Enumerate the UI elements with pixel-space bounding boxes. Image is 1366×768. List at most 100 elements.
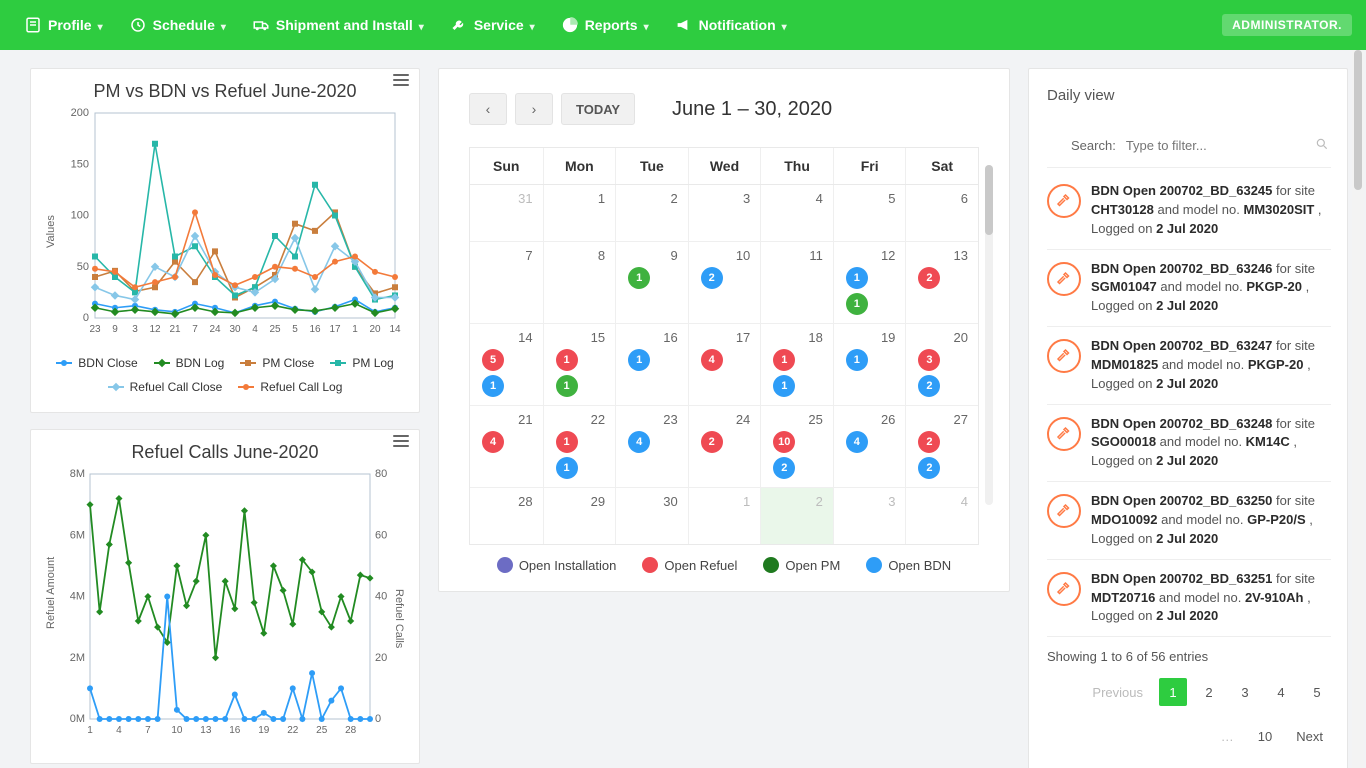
cal-cell[interactable]: 242 [688,406,761,487]
cal-cell[interactable]: 11 [760,242,833,323]
pager-prev: Previous [1084,678,1151,706]
pager-page[interactable]: 5 [1303,678,1331,706]
event-dot[interactable]: 2 [773,457,795,479]
cal-cell[interactable]: 191 [833,324,906,405]
cal-cell[interactable]: 6 [905,185,978,241]
cal-cell[interactable]: 31 [470,185,543,241]
cal-legend-label: Open BDN [888,558,951,573]
cal-cell[interactable]: 28 [470,488,543,544]
search-input[interactable] [1124,132,1307,159]
cal-cell[interactable]: 1811 [760,324,833,405]
event-dot[interactable]: 1 [628,267,650,289]
log-item[interactable]: BDN Open 200702_BD_63251 for site MDT207… [1047,560,1331,638]
cal-cell[interactable]: 3 [688,185,761,241]
event-dot[interactable]: 1 [556,375,578,397]
cal-cell[interactable]: 174 [688,324,761,405]
cal-today-button[interactable]: TODAY [561,93,635,125]
event-dot[interactable]: 1 [628,349,650,371]
cal-cell[interactable]: 264 [833,406,906,487]
cal-cell[interactable]: 2 [615,185,688,241]
nav-reports[interactable]: Reports [551,10,659,40]
cal-cell[interactable]: 4 [760,185,833,241]
event-dot[interactable]: 2 [918,267,940,289]
cal-cell[interactable]: 214 [470,406,543,487]
nav-schedule[interactable]: Schedule [119,10,236,40]
cal-weekday: Fri [833,148,906,184]
event-dot[interactable]: 1 [846,267,868,289]
legend-label: PM Close [262,356,314,370]
log-item[interactable]: BDN Open 200702_BD_63245 for site CHT301… [1047,172,1331,250]
cal-cell[interactable]: 1511 [543,324,616,405]
event-dot[interactable]: 4 [482,431,504,453]
pager-page[interactable]: 2 [1195,678,1223,706]
event-dot[interactable]: 1 [556,431,578,453]
event-dot[interactable]: 1 [846,349,868,371]
pager-page[interactable]: 10 [1250,722,1280,750]
event-dot[interactable]: 1 [846,293,868,315]
cal-scrollbar[interactable] [985,165,993,505]
nav-profile[interactable]: Profile [14,10,113,40]
cal-cell[interactable]: 4 [905,488,978,544]
cal-cell[interactable]: 234 [615,406,688,487]
event-dot[interactable]: 1 [556,457,578,479]
cal-cell[interactable]: 102 [688,242,761,323]
event-dot[interactable]: 5 [482,349,504,371]
cal-cell[interactable]: 2211 [543,406,616,487]
cal-prev-button[interactable]: ‹ [469,93,507,125]
nav-notification[interactable]: Notification [665,10,797,40]
nav-shipment[interactable]: Shipment and Install [242,10,434,40]
event-dot[interactable]: 2 [918,375,940,397]
cal-cell[interactable]: 1211 [833,242,906,323]
event-dot[interactable]: 1 [773,349,795,371]
event-dot[interactable]: 1 [482,375,504,397]
cal-events: 11 [550,349,610,401]
cal-cell[interactable]: 1 [688,488,761,544]
pager-page[interactable]: 4 [1267,678,1295,706]
cal-cell[interactable]: 2032 [905,324,978,405]
event-dot[interactable]: 2 [918,431,940,453]
event-dot[interactable]: 4 [628,431,650,453]
cal-cell[interactable]: 29 [543,488,616,544]
event-dot[interactable]: 4 [846,431,868,453]
pager-page[interactable]: 3 [1231,678,1259,706]
event-dot[interactable]: 1 [773,375,795,397]
cal-cell[interactable]: 132 [905,242,978,323]
cal-cell[interactable]: 8 [543,242,616,323]
nav-service[interactable]: Service [440,10,545,40]
cal-cell[interactable]: 3 [833,488,906,544]
event-dot[interactable]: 1 [556,349,578,371]
cal-cell[interactable]: 1451 [470,324,543,405]
cal-cell[interactable]: 2510 2 [760,406,833,487]
cal-date: 10 [695,246,755,267]
log-item[interactable]: BDN Open 200702_BD_63247 for site MDM018… [1047,327,1331,405]
admin-badge[interactable]: ADMINISTRATOR. [1222,14,1352,36]
cal-cell[interactable]: 7 [470,242,543,323]
page-scrollbar[interactable] [1352,50,1364,768]
pager-next[interactable]: Next [1288,722,1331,750]
event-dot[interactable]: 4 [701,349,723,371]
cal-cell[interactable]: 161 [615,324,688,405]
log-item[interactable]: BDN Open 200702_BD_63246 for site SGM010… [1047,250,1331,328]
cal-cell[interactable]: 2722 [905,406,978,487]
log-item[interactable]: BDN Open 200702_BD_63250 for site MDO100… [1047,482,1331,560]
cal-cell[interactable]: 91 [615,242,688,323]
pager-page[interactable]: 1 [1159,678,1187,706]
event-dot[interactable]: 2 [701,267,723,289]
chart-pm-bdn-refuel: PM vs BDN vs Refuel June-2020 Values 050… [30,68,420,413]
cal-next-button[interactable]: › [515,93,553,125]
cal-date: 25 [767,410,827,431]
cal-cell[interactable]: 30 [615,488,688,544]
event-dot[interactable]: 2 [918,457,940,479]
cal-cell[interactable]: 2 [760,488,833,544]
log-item[interactable]: BDN Open 200702_BD_63248 for site SGO000… [1047,405,1331,483]
event-dot[interactable]: 2 [701,431,723,453]
cal-events: 2 [695,267,755,293]
search-icon[interactable] [1315,137,1329,154]
cal-cell[interactable]: 5 [833,185,906,241]
event-dot[interactable]: 3 [918,349,940,371]
event-dot[interactable]: 10 [773,431,795,453]
chevron-down-icon [644,17,649,33]
chart-menu-button[interactable] [393,79,409,81]
cal-cell[interactable]: 1 [543,185,616,241]
chart-menu-button[interactable] [393,440,409,442]
